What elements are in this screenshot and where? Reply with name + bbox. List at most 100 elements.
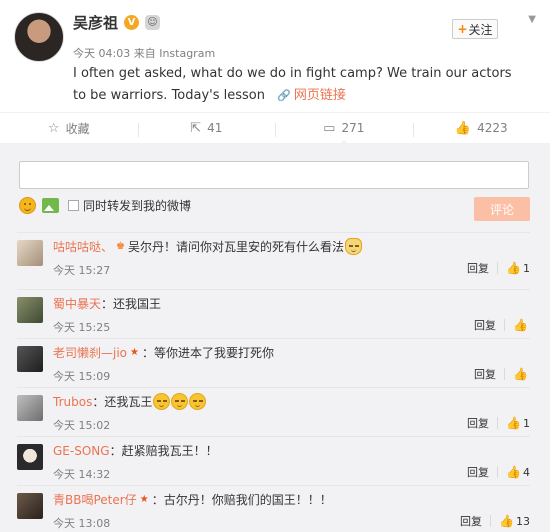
comment-text: ：赶紧赔我瓦王！！: [109, 444, 218, 458]
author-name[interactable]: 吴彦祖: [73, 12, 118, 33]
crown-icon: ♚: [116, 241, 125, 252]
follow-label: 关注: [468, 22, 493, 37]
comment-text: ：古尔丹！你赔我们的国王！！！: [151, 493, 332, 507]
author-avatar[interactable]: [14, 12, 64, 62]
comment-actions: 回复 👍 13: [460, 513, 530, 529]
like-button[interactable]: 👍 4223: [412, 120, 550, 137]
comment-time: 今天 15:02: [53, 419, 111, 432]
thumbs-up-icon: 👍: [506, 416, 521, 430]
emoji-icon[interactable]: [19, 197, 36, 214]
action-divider: [504, 368, 506, 380]
repost-button[interactable]: ⇱ 41: [137, 120, 276, 137]
web-link-label: 网页链接: [293, 88, 346, 103]
source-prefix: 来自: [133, 47, 156, 60]
sad-emoji-icon: [171, 393, 189, 410]
reply-button[interactable]: 回复: [474, 366, 496, 382]
comment-like-count: 1: [523, 416, 530, 430]
image-icon[interactable]: [42, 198, 59, 213]
thumbs-up-icon: 👍: [499, 514, 514, 528]
comment-item: 蜀中暴天 ：还我国王 今天 15:25 回复 👍: [0, 289, 550, 340]
thumbs-up-icon: 👍: [454, 120, 472, 136]
comment-line: 蜀中暴天 ：还我国王: [53, 295, 161, 312]
doge-emoji-icon: [345, 238, 363, 255]
comment-like-count: 4: [523, 465, 530, 479]
star-badge-icon: ★: [130, 347, 139, 358]
commenter-name[interactable]: 青BB喝Peter仔: [53, 491, 137, 508]
repost-checkbox-label[interactable]: 同时转发到我的微博: [83, 197, 191, 214]
comment-like-button[interactable]: 👍 1: [506, 261, 530, 275]
comment-like-button[interactable]: 👍 13: [499, 514, 530, 528]
action-divider: [497, 417, 499, 429]
divider: [17, 436, 530, 437]
submit-comment-button[interactable]: 评论: [474, 197, 530, 221]
comment-item: Trubos ：还我瓦王 今天 15:02 回复 👍 1: [0, 387, 550, 438]
author-line: 吴彦祖 V ☺: [73, 12, 161, 33]
repost-count: 41: [207, 121, 223, 135]
commenter-name[interactable]: 蜀中暴天: [53, 295, 101, 312]
comment-text: ：还我国王: [101, 297, 162, 311]
comment-line: 咕咕咕哒、 ♚ 吴尔丹！请问你对瓦里安的死有什么看法: [53, 238, 363, 255]
divider: [17, 485, 530, 486]
sad-emoji-icon: [153, 393, 171, 410]
commenter-avatar[interactable]: [17, 444, 43, 470]
chevron-down-icon[interactable]: ▼: [528, 14, 536, 25]
comment-text: ：还我瓦王: [92, 395, 153, 409]
commenter-avatar[interactable]: [17, 297, 43, 323]
comment-like-button[interactable]: 👍: [513, 318, 530, 332]
reply-button[interactable]: 回复: [467, 415, 489, 431]
comment-actions: 回复 👍 4: [467, 464, 530, 480]
reply-button[interactable]: 回复: [467, 260, 489, 276]
reply-button[interactable]: 回复: [467, 464, 489, 480]
comment-like-button[interactable]: 👍 1: [506, 416, 530, 430]
comment-item: 咕咕咕哒、 ♚ 吴尔丹！请问你对瓦里安的死有什么看法 今天 15:27 回复 👍…: [0, 232, 550, 283]
comment-text: ：等你进本了我要打死你: [142, 346, 275, 360]
thumbs-up-icon: 👍: [506, 465, 521, 479]
star-badge-icon: ★: [139, 494, 149, 505]
thumbs-up-icon: 👍: [506, 261, 521, 275]
comment-actions: 回复 👍 1: [467, 260, 530, 276]
comment-input[interactable]: [19, 161, 529, 189]
divider: [17, 338, 530, 339]
comment-time: 今天 15:27: [53, 264, 111, 277]
commenter-name[interactable]: 老司懒刹—jio: [53, 344, 127, 361]
star-icon: ☆: [47, 120, 60, 136]
reply-button[interactable]: 回复: [474, 317, 496, 333]
commenter-name[interactable]: GE-SONG: [53, 444, 110, 458]
comment-time: 今天 14:32: [53, 468, 111, 481]
follow-button[interactable]: + 关注: [452, 19, 498, 39]
repost-checkbox[interactable]: [68, 200, 79, 211]
plus-icon: +: [457, 22, 468, 36]
commenter-avatar[interactable]: [17, 395, 43, 421]
post-time[interactable]: 今天 04:03: [73, 47, 130, 60]
post-source[interactable]: Instagram: [159, 47, 215, 60]
comment-section: 同时转发到我的微博 评论 咕咕咕哒、 ♚ 吴尔丹！请问你对瓦里安的死有什么看法 …: [0, 144, 550, 532]
member-icon[interactable]: ☺: [145, 15, 161, 30]
comment-line: GE-SONG ：赶紧赔我瓦王！！: [53, 442, 218, 459]
action-divider: [490, 515, 492, 527]
comment-line: 青BB喝Peter仔 ★ ：古尔丹！你赔我们的国王！！！: [53, 491, 332, 508]
comment-actions: 回复 👍: [474, 317, 530, 333]
commenter-name[interactable]: Trubos: [53, 395, 92, 409]
comment-like-button[interactable]: 👍: [513, 367, 530, 381]
divider: [17, 232, 530, 233]
web-link[interactable]: 🔗 网页链接: [277, 88, 346, 103]
thumbs-up-icon: 👍: [513, 318, 528, 332]
comment-actions: 回复 👍: [474, 366, 530, 382]
reply-button[interactable]: 回复: [460, 513, 482, 529]
commenter-name[interactable]: 咕咕咕哒、: [53, 238, 113, 255]
repost-icon: ⇱: [190, 120, 202, 136]
action-divider: [504, 319, 506, 331]
post-meta: 今天 04:03 来自 Instagram: [73, 45, 215, 61]
commenter-avatar[interactable]: [17, 240, 43, 266]
verified-v-icon[interactable]: V: [124, 15, 140, 30]
favorite-button[interactable]: ☆ 收藏: [0, 120, 138, 137]
comment-like-button[interactable]: 👍 4: [506, 465, 530, 479]
comment-item: GE-SONG ：赶紧赔我瓦王！！ 今天 14:32 回复 👍 4: [0, 436, 550, 487]
comment-button[interactable]: ▭ 271: [275, 120, 413, 146]
commenter-avatar[interactable]: [17, 493, 43, 519]
comment-icon: ▭: [323, 120, 336, 136]
like-count: 4223: [477, 121, 508, 135]
comment-time: 今天 15:25: [53, 321, 111, 334]
commenter-avatar[interactable]: [17, 346, 43, 372]
comment-time: 今天 15:09: [53, 370, 111, 383]
